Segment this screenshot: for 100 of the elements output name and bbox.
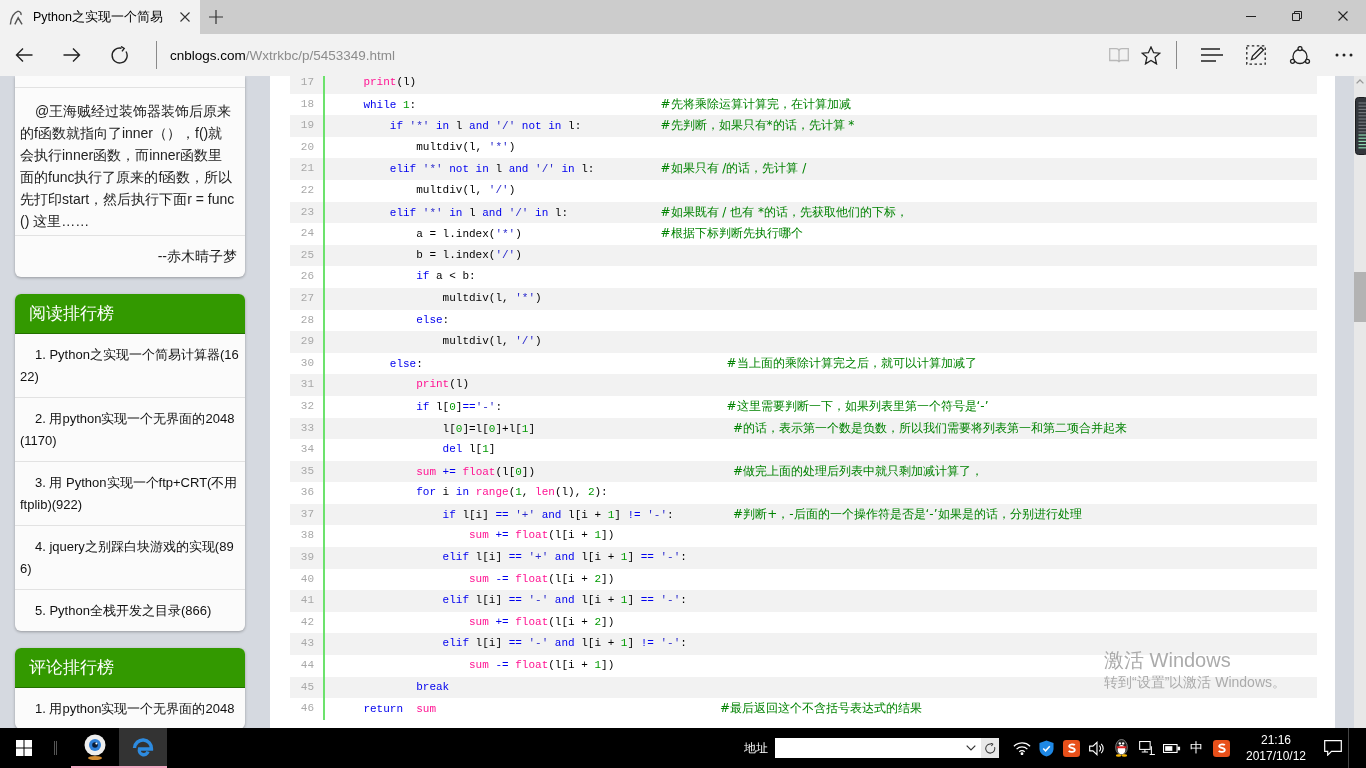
code-line: if a < b:: [416, 270, 476, 283]
line-number: 33: [299, 420, 315, 436]
refresh-button[interactable]: [981, 738, 999, 758]
code-line: sum += float(l[0]): [416, 465, 536, 478]
code-line: elif l[i] == '-' and l[i + 1] == '-':: [442, 594, 687, 607]
code-line: print(l): [363, 76, 417, 88]
battery-icon[interactable]: [1162, 742, 1181, 754]
code-line: if '*' in l and '/' not in l:: [389, 120, 582, 133]
network-icon[interactable]: [1138, 741, 1155, 755]
line-number: 18: [299, 96, 315, 112]
scrollbar-track[interactable]: [1354, 76, 1366, 728]
line-number: 24: [299, 226, 315, 242]
code-comment: #如果只有 /的话，先计算 /: [660, 161, 807, 176]
code-line: for i in range(1, len(l), 2):: [416, 486, 608, 499]
line-number: 31: [299, 377, 315, 393]
code-comment: #如果既有 / 也有 *的话，先获取他们的下标，: [660, 204, 909, 219]
line-number: 25: [299, 247, 315, 263]
code-line: multdiv(l, '*'): [442, 291, 542, 304]
code-line: print(l): [416, 378, 470, 391]
webcam-icon: [83, 734, 107, 760]
line-number: 37: [299, 506, 315, 522]
ranking-item[interactable]: 2. 用python实现一个无界面的2048(1170): [15, 398, 245, 462]
speaker-icon[interactable]: [1089, 740, 1104, 756]
comment-author: --赤木晴子梦: [156, 247, 238, 266]
line-number: 43: [299, 636, 315, 652]
line-number: 28: [299, 312, 315, 328]
line-number: 29: [299, 334, 315, 350]
browser-tab[interactable]: Python之实现一个简易: [0, 0, 200, 34]
line-number: 34: [299, 442, 315, 458]
star-icon: [1141, 45, 1161, 65]
panel-header: 阅读排行榜: [15, 294, 245, 334]
line-number: 39: [299, 550, 315, 566]
address-toolbar-label: 地址: [744, 739, 768, 757]
restore-icon: [1292, 11, 1302, 21]
code-line: l[0]=l[0]+l[1]: [442, 422, 536, 435]
code-line: a = l.index('*'): [416, 228, 522, 241]
back-arrow-icon: [15, 47, 33, 63]
ranking-item[interactable]: 1. Python之实现一个简易计算器(1622): [15, 334, 245, 398]
code-line: if l[i] == '+' and l[i + 1] != '-':: [442, 508, 674, 521]
address-field[interactable]: cnblogs.com/Wxtrkbc/p/5453349.html: [170, 47, 396, 63]
line-number: 40: [299, 571, 315, 587]
ranking-item[interactable]: 4. jquery之别踩白块游戏的实现(896): [15, 526, 245, 590]
line-number: 20: [299, 139, 315, 155]
code-line: else:: [389, 357, 423, 370]
ranking-item[interactable]: 3. 用 Python实现一个ftp+CRT(不用ftplib)(922): [15, 462, 245, 526]
comment-text: @王海贼经过装饰器装饰后原来的f函数就指向了inner（），f()就会执行inner函数，而inner函数里面的func执行了原来的f函数，所以先打印start，然后执行下面r = func() 这里……: [15, 88, 245, 236]
code-line: elif l[i] == '-' and l[i + 1] != '-':: [442, 637, 687, 650]
line-number: 38: [299, 528, 315, 544]
code-comment: #先将乘除运算计算完，在计算加减: [660, 96, 851, 111]
line-number: 23: [299, 204, 315, 220]
notification-icon: [1324, 740, 1342, 756]
code-comment: #这里需要判断一下，如果列表里第一个符号是‘-’: [726, 398, 989, 413]
lines-icon: [1201, 48, 1223, 62]
line-number: 35: [299, 463, 315, 479]
code-comment: #当上面的乘除计算完之后，就可以计算加减了: [726, 355, 977, 370]
s-logo-icon[interactable]: [1063, 739, 1080, 757]
panel-header: 评论排行榜: [15, 648, 245, 688]
code-comment: #判断+，-后面的一个操作符是否是‘-’如果是的话，分别进行处理: [733, 506, 1082, 521]
address-toolbar-field[interactable]: [775, 738, 981, 758]
code-line: elif '*' not in l and '/' in l:: [389, 163, 595, 176]
code-line: sum -= float(l[i + 2]): [469, 572, 615, 585]
share-icon: [1289, 45, 1311, 65]
code-line: multdiv(l, '*'): [416, 140, 516, 153]
plus-icon: [209, 10, 223, 24]
e-logo-icon: [132, 736, 154, 758]
code-comment: #根据下标判断先执行哪个: [660, 226, 803, 241]
clock-time[interactable]: 21:16: [1261, 732, 1291, 748]
ranking-item[interactable]: 1. 用python实现一个无界面的2048: [15, 688, 245, 728]
clock-date[interactable]: 2017/10/12: [1245, 748, 1307, 764]
activation-text: 转到“设置”以激活 Windows。: [1104, 673, 1286, 692]
scrollbar-thumb[interactable]: [1354, 272, 1366, 322]
code-line: multdiv(l, '/'): [416, 183, 516, 196]
close-icon: [180, 12, 190, 22]
code-comment: #做完上面的处理后列表中就只剩加减计算了，: [733, 463, 984, 478]
striped-gauge-icon: [1355, 97, 1366, 155]
code-line: else:: [416, 313, 450, 326]
book-icon: [1109, 47, 1129, 63]
shield-icon[interactable]: [1039, 739, 1054, 757]
taskbar-app[interactable]: [119, 728, 167, 768]
line-number: 26: [299, 269, 315, 285]
refresh-icon: [984, 742, 996, 754]
line-number: 19: [299, 118, 315, 134]
line-number: 41: [299, 593, 315, 609]
activation-title: 激活 Windows: [1104, 648, 1232, 672]
s-logo-icon[interactable]: [1213, 739, 1230, 757]
site-icon: [9, 9, 24, 25]
code-line: sum += float(l[i + 2]): [469, 615, 615, 628]
code-line: sum -= float(l[i + 1]): [469, 659, 615, 672]
input-mode-indicator[interactable]: 中: [1190, 739, 1203, 757]
code-line: b = l.index('/'): [416, 248, 522, 261]
code-line: multdiv(l, '/'): [442, 335, 542, 348]
line-number: 22: [299, 182, 315, 198]
start-icon: [16, 740, 32, 756]
forward-arrow-icon: [63, 47, 81, 63]
ranking-item[interactable]: 5. Python全栈开发之目录(866): [15, 590, 245, 631]
line-number: 44: [299, 658, 315, 674]
line-number: 30: [299, 355, 315, 371]
penguin-icon[interactable]: [1115, 739, 1128, 757]
wifi-icon[interactable]: [1012, 741, 1031, 755]
line-number: 45: [299, 679, 315, 695]
